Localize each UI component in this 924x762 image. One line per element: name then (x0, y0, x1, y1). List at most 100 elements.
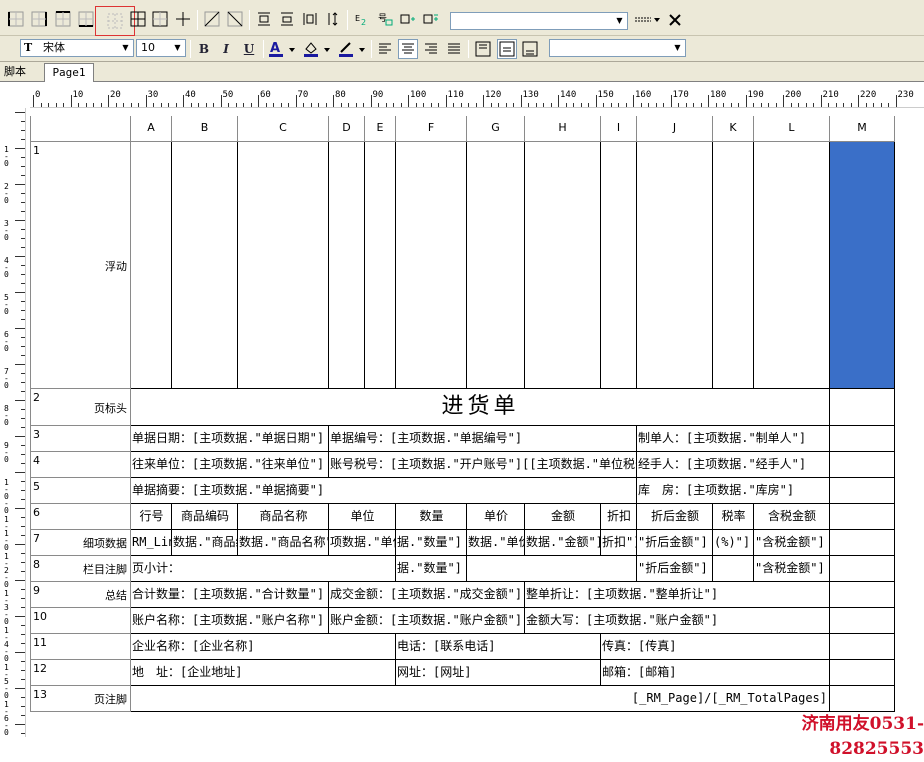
page-footer-cell[interactable]: [_RM_Page]/[_RM_TotalPages] (131, 686, 830, 712)
column-header[interactable]: G (467, 116, 525, 142)
report-cell[interactable]: 网址：[网址] (396, 660, 601, 686)
fill-color-button[interactable] (302, 39, 334, 59)
border-outer-icon[interactable] (150, 9, 170, 29)
align-top-icon[interactable] (254, 9, 274, 29)
report-cell[interactable] (172, 142, 238, 389)
report-cell[interactable]: 单据摘要：[主项数据."单据摘要"] (131, 478, 637, 504)
report-cell[interactable]: 单据日期：[主项数据."单据日期"] (131, 426, 329, 452)
detail-data-cell[interactable]: "含税金额"] (754, 530, 830, 556)
report-cell[interactable] (830, 686, 895, 712)
detail-header-cell[interactable]: 商品编码 (172, 504, 238, 530)
close-icon[interactable] (665, 10, 685, 30)
detail-header-cell[interactable]: 含税金额 (754, 504, 830, 530)
row-header[interactable]: 10 (30, 608, 131, 634)
report-cell[interactable] (830, 142, 895, 389)
align-vcenter-icon[interactable] (277, 9, 297, 29)
detail-header-cell[interactable]: 税率 (713, 504, 754, 530)
report-cell[interactable]: 成交金额：[主项数据."成交金额"] (329, 582, 525, 608)
report-cell[interactable]: 制单人：[主项数据."制单人"] (637, 426, 830, 452)
column-header[interactable]: D (329, 116, 365, 142)
tab-page1[interactable]: Page1 (44, 63, 94, 82)
detail-data-cell[interactable]: 据."数量"] (396, 530, 467, 556)
report-cell[interactable] (830, 504, 895, 530)
report-cell[interactable] (830, 582, 895, 608)
border-all-icon[interactable] (128, 9, 148, 29)
underline-button[interactable]: U (239, 39, 259, 59)
border-style-select[interactable]: ▼ (450, 12, 628, 30)
report-cell[interactable] (830, 452, 895, 478)
insert-column-icon[interactable]: 号 (375, 9, 395, 29)
report-cell[interactable] (830, 556, 895, 582)
report-cell[interactable]: 账户金额：[主项数据."账户金额"] (329, 608, 525, 634)
report-cell[interactable] (754, 142, 830, 389)
valign-middle-icon[interactable] (497, 39, 517, 59)
diagonal-up-icon[interactable] (225, 9, 245, 29)
report-cell[interactable] (713, 142, 754, 389)
report-cell[interactable]: 企业名称：[企业名称] (131, 634, 396, 660)
row-header[interactable]: 11 (30, 634, 131, 660)
report-cell[interactable] (131, 142, 172, 389)
valign-top-icon[interactable] (473, 39, 493, 59)
report-cell[interactable] (238, 142, 329, 389)
report-cell[interactable] (467, 142, 525, 389)
report-cell[interactable]: 账户名称：[主项数据."账户名称"] (131, 608, 329, 634)
report-cell[interactable]: 金额大写：[主项数据."账户金额"] (525, 608, 830, 634)
border-bottom-icon[interactable] (76, 9, 96, 29)
column-header[interactable]: I (601, 116, 637, 142)
report-cell[interactable]: 整单折让：[主项数据."整单折让"] (525, 582, 830, 608)
column-header[interactable]: F (396, 116, 467, 142)
report-cell[interactable]: 经手人：[主项数据."经手人"] (637, 452, 830, 478)
column-header[interactable]: H (525, 116, 601, 142)
report-cell[interactable] (830, 530, 895, 556)
detail-data-cell[interactable]: 折扣"] (601, 530, 637, 556)
align-right-icon[interactable] (421, 39, 441, 59)
report-cell[interactable] (601, 142, 637, 389)
font-size-select[interactable]: 10 ▼ (136, 39, 186, 57)
report-cell[interactable]: 合计数量：[主项数据."合计数量"] (131, 582, 329, 608)
report-cell[interactable]: 往来单位：[主项数据."往来单位"] (131, 452, 329, 478)
report-cell[interactable] (637, 142, 713, 389)
insert-row-icon[interactable]: E2 (352, 9, 372, 29)
detail-header-cell[interactable]: 行号 (131, 504, 172, 530)
border-right-icon[interactable] (29, 9, 49, 29)
report-cell[interactable]: 账号税号：[主项数据."开户账号"][[主项数据."单位税号"] (329, 452, 637, 478)
bold-button[interactable]: B (194, 39, 214, 59)
tab-script[interactable]: 脚本 (0, 63, 30, 82)
report-cell[interactable]: 邮箱：[邮箱] (601, 660, 830, 686)
row-header[interactable]: 6 (30, 504, 131, 530)
detail-header-cell[interactable]: 单价 (467, 504, 525, 530)
row-header[interactable]: 5 (30, 478, 131, 504)
detail-header-cell[interactable]: 商品名称 (238, 504, 329, 530)
report-cell[interactable]: 库 房：[主项数据."库房"] (637, 478, 830, 504)
column-header[interactable]: K (713, 116, 754, 142)
detail-header-cell[interactable]: 数量 (396, 504, 467, 530)
font-name-select[interactable]: T 宋体 ▼ (20, 39, 134, 57)
align-justify-icon[interactable] (444, 39, 464, 59)
report-cell[interactable] (713, 556, 754, 582)
report-cell[interactable]: 单据编号：[主项数据."单据编号"] (329, 426, 637, 452)
detail-header-cell[interactable]: 折扣 (601, 504, 637, 530)
detail-data-cell[interactable]: 项数据."单位" (329, 530, 396, 556)
detail-data-cell[interactable]: 数据."单价" (467, 530, 525, 556)
detail-data-cell[interactable]: "折后金额"] (637, 530, 713, 556)
column-header[interactable]: C (238, 116, 329, 142)
split-cells-icon[interactable] (421, 9, 441, 29)
column-header[interactable]: B (172, 116, 238, 142)
row-header[interactable]: 13 页注脚 (30, 686, 131, 712)
report-cell[interactable] (830, 426, 895, 452)
report-cell[interactable] (830, 608, 895, 634)
column-header[interactable]: J (637, 116, 713, 142)
report-cell[interactable]: 传真：[传真] (601, 634, 830, 660)
report-cell[interactable]: 地 址：[企业地址] (131, 660, 396, 686)
style-select[interactable]: ▼ (549, 39, 686, 57)
row-header[interactable]: 1 浮动 (30, 142, 131, 389)
report-title[interactable]: 进货单 (131, 389, 830, 426)
row-header[interactable]: 9 总结 (30, 582, 131, 608)
report-cell[interactable]: 页小计： (131, 556, 396, 582)
detail-data-cell[interactable]: (%)"] (713, 530, 754, 556)
detail-header-cell[interactable]: 单位 (329, 504, 396, 530)
column-header[interactable]: A (131, 116, 172, 142)
detail-data-cell[interactable]: RM_Lin (131, 530, 172, 556)
report-cell[interactable] (467, 556, 637, 582)
report-cell[interactable]: "折后金额"] (637, 556, 713, 582)
